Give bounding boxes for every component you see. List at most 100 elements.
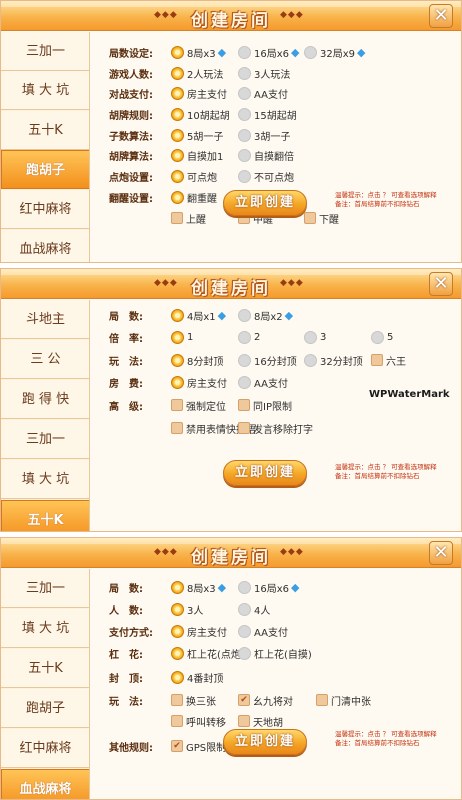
option-radio[interactable]: 4番封顶 xyxy=(171,668,223,686)
sidebar-item-5[interactable]: 血战麻将 xyxy=(1,230,89,262)
radio-icon xyxy=(238,308,251,322)
option-checkbox[interactable]: 呼叫转移 xyxy=(171,712,226,730)
option-radio[interactable]: 不可点炮 xyxy=(238,167,294,185)
option-label: 自摸加1 xyxy=(187,151,224,163)
option-radio[interactable]: 2 xyxy=(238,328,260,346)
option-radio[interactable]: 16局x6 ◆ xyxy=(238,43,299,61)
option-checkbox[interactable]: 发言移除打字 xyxy=(238,419,313,437)
close-icon[interactable]: ✕ xyxy=(429,541,453,565)
rule-row: 倍 率: 1 2 3 5 xyxy=(109,327,459,347)
sidebar-item-2[interactable]: 五十K xyxy=(1,111,89,150)
option-radio[interactable]: AA支付 xyxy=(238,622,288,640)
sidebar-item-3[interactable]: 跑胡子 xyxy=(1,689,89,728)
sidebar-item-5[interactable]: 五十K xyxy=(1,500,89,531)
option-checkbox[interactable]: 六王 xyxy=(371,351,406,369)
option-radio[interactable]: AA支付 xyxy=(238,84,288,102)
option-checkbox[interactable]: ✔ 幺九将对 xyxy=(238,691,293,709)
option-radio[interactable]: 8分封顶 xyxy=(171,351,223,369)
sidebar-item-3[interactable]: 三加一 xyxy=(1,420,89,459)
sidebar-item-1[interactable]: 填 大 坑 xyxy=(1,609,89,648)
option-radio[interactable]: 15胡起胡 xyxy=(238,105,297,123)
sidebar-item-2[interactable]: 五十K xyxy=(1,649,89,688)
option-radio[interactable]: 16局x6 ◆ xyxy=(238,578,299,596)
option-checkbox[interactable]: 天地胡 xyxy=(238,712,283,730)
sidebar-item-5[interactable]: 血战麻将 xyxy=(1,769,89,799)
option-radio[interactable]: 32局x9 ◆ xyxy=(304,43,365,61)
rule-label: 高 级: xyxy=(109,401,143,413)
option-radio[interactable]: 5 xyxy=(371,328,393,346)
sidebar-item-1[interactable]: 三 公 xyxy=(1,340,89,379)
option-radio[interactable]: 3胡一子 xyxy=(238,126,290,144)
option-radio[interactable]: 2人玩法 xyxy=(171,64,223,82)
rule-label: 局 数: xyxy=(109,583,143,595)
option-checkbox[interactable]: ✔ GPS限制 xyxy=(171,737,226,755)
option-checkbox[interactable]: 下醒 xyxy=(304,209,339,227)
option-label: 4番封顶 xyxy=(187,673,224,685)
rule-label: 人 数: xyxy=(109,605,143,617)
dialog-title: 创建房间 xyxy=(191,548,271,568)
checkbox-icon xyxy=(238,715,250,727)
sidebar-item-1[interactable]: 填 大 坑 xyxy=(1,71,89,110)
rule-label: 支付方式: xyxy=(109,627,153,639)
option-radio[interactable]: 房主支付 xyxy=(171,373,227,391)
option-radio[interactable]: 16分封顶 xyxy=(238,351,297,369)
option-radio[interactable]: 杠上花(自摸) xyxy=(238,644,312,662)
sidebar-item-4[interactable]: 红中麻将 xyxy=(1,190,89,229)
sidebar-item-4[interactable]: 填 大 坑 xyxy=(1,460,89,499)
option-radio[interactable]: 翻重醒 xyxy=(171,188,217,206)
option-radio[interactable]: 1 xyxy=(171,328,193,346)
option-radio[interactable]: 4局x1 ◆ xyxy=(171,306,226,324)
option-label: 3人玩法 xyxy=(254,69,291,81)
create-now-button[interactable]: 立即创建 xyxy=(223,460,307,486)
option-radio[interactable]: 可点炮 xyxy=(171,167,217,185)
create-now-button[interactable]: 立即创建 xyxy=(223,190,307,216)
option-radio[interactable]: 8局x3 ◆ xyxy=(171,578,226,596)
rule-row: 子数算法: 5胡一子 3胡一子 xyxy=(109,125,459,145)
rule-row: 玩 法: 8分封顶 16分封顶 32分封顶 六王 xyxy=(109,350,459,370)
option-checkbox[interactable]: 门清中张 xyxy=(316,691,371,709)
radio-selected-icon xyxy=(171,375,184,389)
option-checkbox[interactable]: 换三张 xyxy=(171,691,216,709)
close-icon[interactable]: ✕ xyxy=(429,4,453,28)
option-label: 同IP限制 xyxy=(253,401,292,413)
option-radio[interactable]: 房主支付 xyxy=(171,622,227,640)
rule-label: 玩 法: xyxy=(109,696,143,708)
option-radio[interactable]: 5胡一子 xyxy=(171,126,223,144)
option-label: 不可点炮 xyxy=(254,172,294,184)
rule-label: 翻醒设置: xyxy=(109,193,153,205)
option-radio[interactable]: 房主支付 xyxy=(171,84,227,102)
option-radio[interactable]: 10胡起胡 xyxy=(171,105,230,123)
radio-icon xyxy=(238,375,251,389)
rule-row: 游戏人数: 2人玩法 3人玩法 xyxy=(109,63,459,83)
sidebar-item-0[interactable]: 斗地主 xyxy=(1,300,89,339)
create-now-button[interactable]: 立即创建 xyxy=(223,729,307,755)
rule-row: 局 数: 4局x1 ◆ 8局x2 ◆ xyxy=(109,305,459,325)
close-icon[interactable]: ✕ xyxy=(429,272,453,296)
option-checkbox[interactable]: 强制定位 xyxy=(171,396,226,414)
option-radio[interactable]: 3人玩法 xyxy=(238,64,290,82)
option-radio[interactable]: 自摸加1 xyxy=(171,146,223,164)
rule-label: 胡牌算法: xyxy=(109,151,153,163)
option-radio[interactable]: 3 xyxy=(304,328,326,346)
option-checkbox[interactable]: 同IP限制 xyxy=(238,396,292,414)
radio-icon xyxy=(238,148,251,162)
option-radio[interactable]: 自摸翻倍 xyxy=(238,146,294,164)
option-radio[interactable]: 3人 xyxy=(171,600,203,618)
sidebar-item-0[interactable]: 三加一 xyxy=(1,569,89,608)
sidebar-item-0[interactable]: 三加一 xyxy=(1,32,89,71)
sidebar-item-2[interactable]: 跑 得 快 xyxy=(1,380,89,419)
diamond-icon: ◆ xyxy=(291,45,300,59)
rule-row: 封 顶: 4番封顶 xyxy=(109,667,459,687)
option-radio[interactable]: AA支付 xyxy=(238,373,288,391)
option-radio[interactable]: 32分封顶 xyxy=(304,351,363,369)
checkbox-icon xyxy=(238,399,250,411)
option-radio[interactable]: 4人 xyxy=(238,600,270,618)
checkbox-checked-icon: ✔ xyxy=(171,740,183,752)
option-radio[interactable]: 杠上花(点炮) xyxy=(171,644,245,662)
option-checkbox[interactable]: 上醒 xyxy=(171,209,206,227)
sidebar-item-3[interactable]: 跑胡子 xyxy=(1,150,89,189)
hint-line-1: 温馨提示：点击 ？ 可查看选项解释 xyxy=(335,730,437,738)
option-radio[interactable]: 8局x2 ◆ xyxy=(238,306,293,324)
sidebar-item-4[interactable]: 红中麻将 xyxy=(1,729,89,768)
option-radio[interactable]: 8局x3 ◆ xyxy=(171,43,226,61)
